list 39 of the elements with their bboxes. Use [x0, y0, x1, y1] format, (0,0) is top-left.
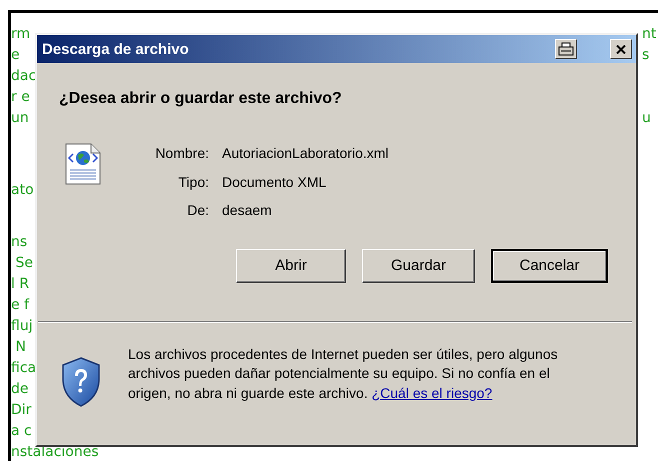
risk-link[interactable]: ¿Cuál es el riesgo? [372, 384, 492, 400]
printer-icon [558, 42, 574, 56]
page-text: ns [11, 234, 28, 250]
shield-question-icon [62, 356, 100, 406]
page-text: fica [11, 360, 36, 376]
field-label: Nombre: [154, 144, 209, 163]
page-text: e f [11, 297, 29, 313]
page-text: r e [11, 89, 30, 105]
window-title: Descarga de archivo [42, 40, 190, 58]
page-text: Se [14, 255, 33, 271]
print-button[interactable] [555, 39, 577, 59]
page-text: dac [11, 68, 36, 84]
page-text: l R [11, 276, 30, 292]
page-text: u [642, 109, 651, 128]
field-value: AutoriacionLaboratorio.xml [222, 144, 389, 163]
page-text: ato [11, 182, 34, 198]
security-warning: Los archivos procedentes de Internet pueden ser útiles, pero algunos archivos pueden dañar potencialmente su equipo. Si no confía en el origen, no abra ni guarde este archivo. ¿Cuál es el riesgo? [128, 344, 559, 403]
field-label: De: [186, 201, 209, 220]
dialog-heading: ¿Desea abrir o guardar este archivo? [59, 89, 343, 109]
page-text: fluj [11, 318, 33, 334]
page-text: rm [11, 26, 30, 42]
page-text: un [11, 110, 29, 126]
web-document-icon [65, 143, 101, 185]
page-text: Dir [11, 402, 32, 418]
field-label: Tipo: [177, 172, 209, 192]
field-value: desaem [222, 201, 273, 220]
dialog-button[interactable]: Abrir [236, 248, 346, 282]
page-text: s [642, 46, 650, 65]
page-text: nstalaciones [11, 444, 99, 460]
page-text: e [11, 47, 20, 63]
page-text: a c [11, 423, 32, 439]
close-icon [616, 44, 626, 54]
page-text: N [14, 339, 26, 355]
page-text: nt [642, 25, 656, 44]
close-button[interactable] [610, 39, 632, 59]
page-text: de [11, 381, 28, 397]
dialog-button[interactable]: Guardar [362, 248, 475, 282]
field-value: Documento XML [222, 172, 328, 192]
dialog-button[interactable]: Cancelar [491, 248, 608, 282]
